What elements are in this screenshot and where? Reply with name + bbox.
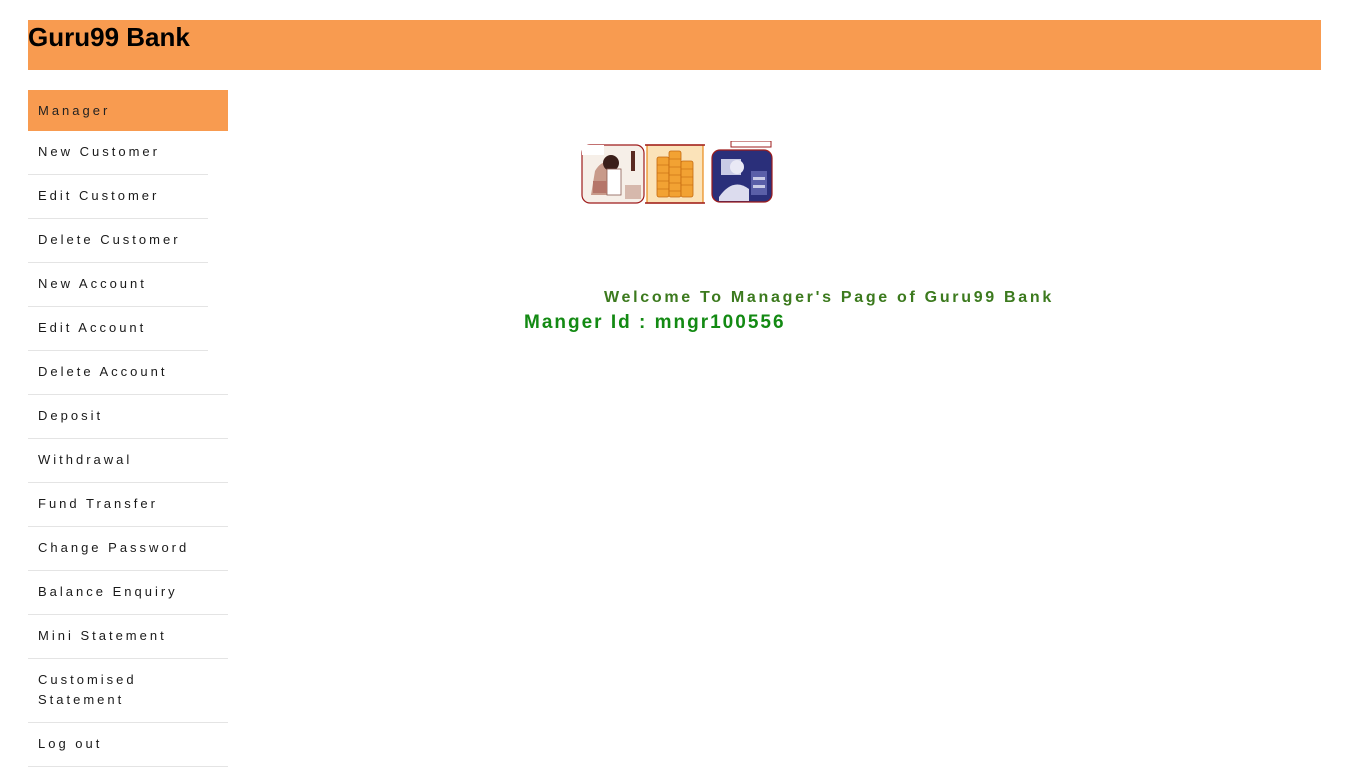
banner-image (581, 141, 773, 204)
menu-log-out[interactable]: Log out (28, 723, 228, 767)
menu-change-password[interactable]: Change Password (28, 527, 228, 571)
menu-new-customer[interactable]: New Customer (28, 131, 208, 175)
menu-delete-customer[interactable]: Delete Customer (28, 219, 208, 263)
coin-stack-photo-icon (645, 144, 705, 204)
welcome-message: Welcome To Manager's Page of Guru99 Bank (604, 289, 1054, 306)
menu-edit-customer[interactable]: Edit Customer (28, 175, 208, 219)
brand-title: Guru99 Bank (28, 22, 190, 52)
sidebar-menu: Manager New Customer Edit Customer Delet… (28, 90, 228, 767)
menu-withdrawal[interactable]: Withdrawal (28, 439, 228, 483)
manager-id-label: Manger Id : mngr100556 (524, 312, 786, 333)
site-header: Guru99 Bank (28, 20, 1321, 70)
phone-call-photo-icon (581, 144, 645, 204)
menu-delete-account[interactable]: Delete Account (28, 351, 228, 395)
menu-edit-account[interactable]: Edit Account (28, 307, 208, 351)
menu-fund-transfer[interactable]: Fund Transfer (28, 483, 228, 527)
menu-balance-enquiry[interactable]: Balance Enquiry (28, 571, 228, 615)
customer-service-photo-icon (711, 141, 773, 203)
menu-deposit[interactable]: Deposit (28, 395, 228, 439)
menu-customised-statement[interactable]: Customised Statement (28, 659, 228, 723)
menu-mini-statement[interactable]: Mini Statement (28, 615, 228, 659)
menu-manager[interactable]: Manager (28, 90, 228, 131)
menu-new-account[interactable]: New Account (28, 263, 208, 307)
